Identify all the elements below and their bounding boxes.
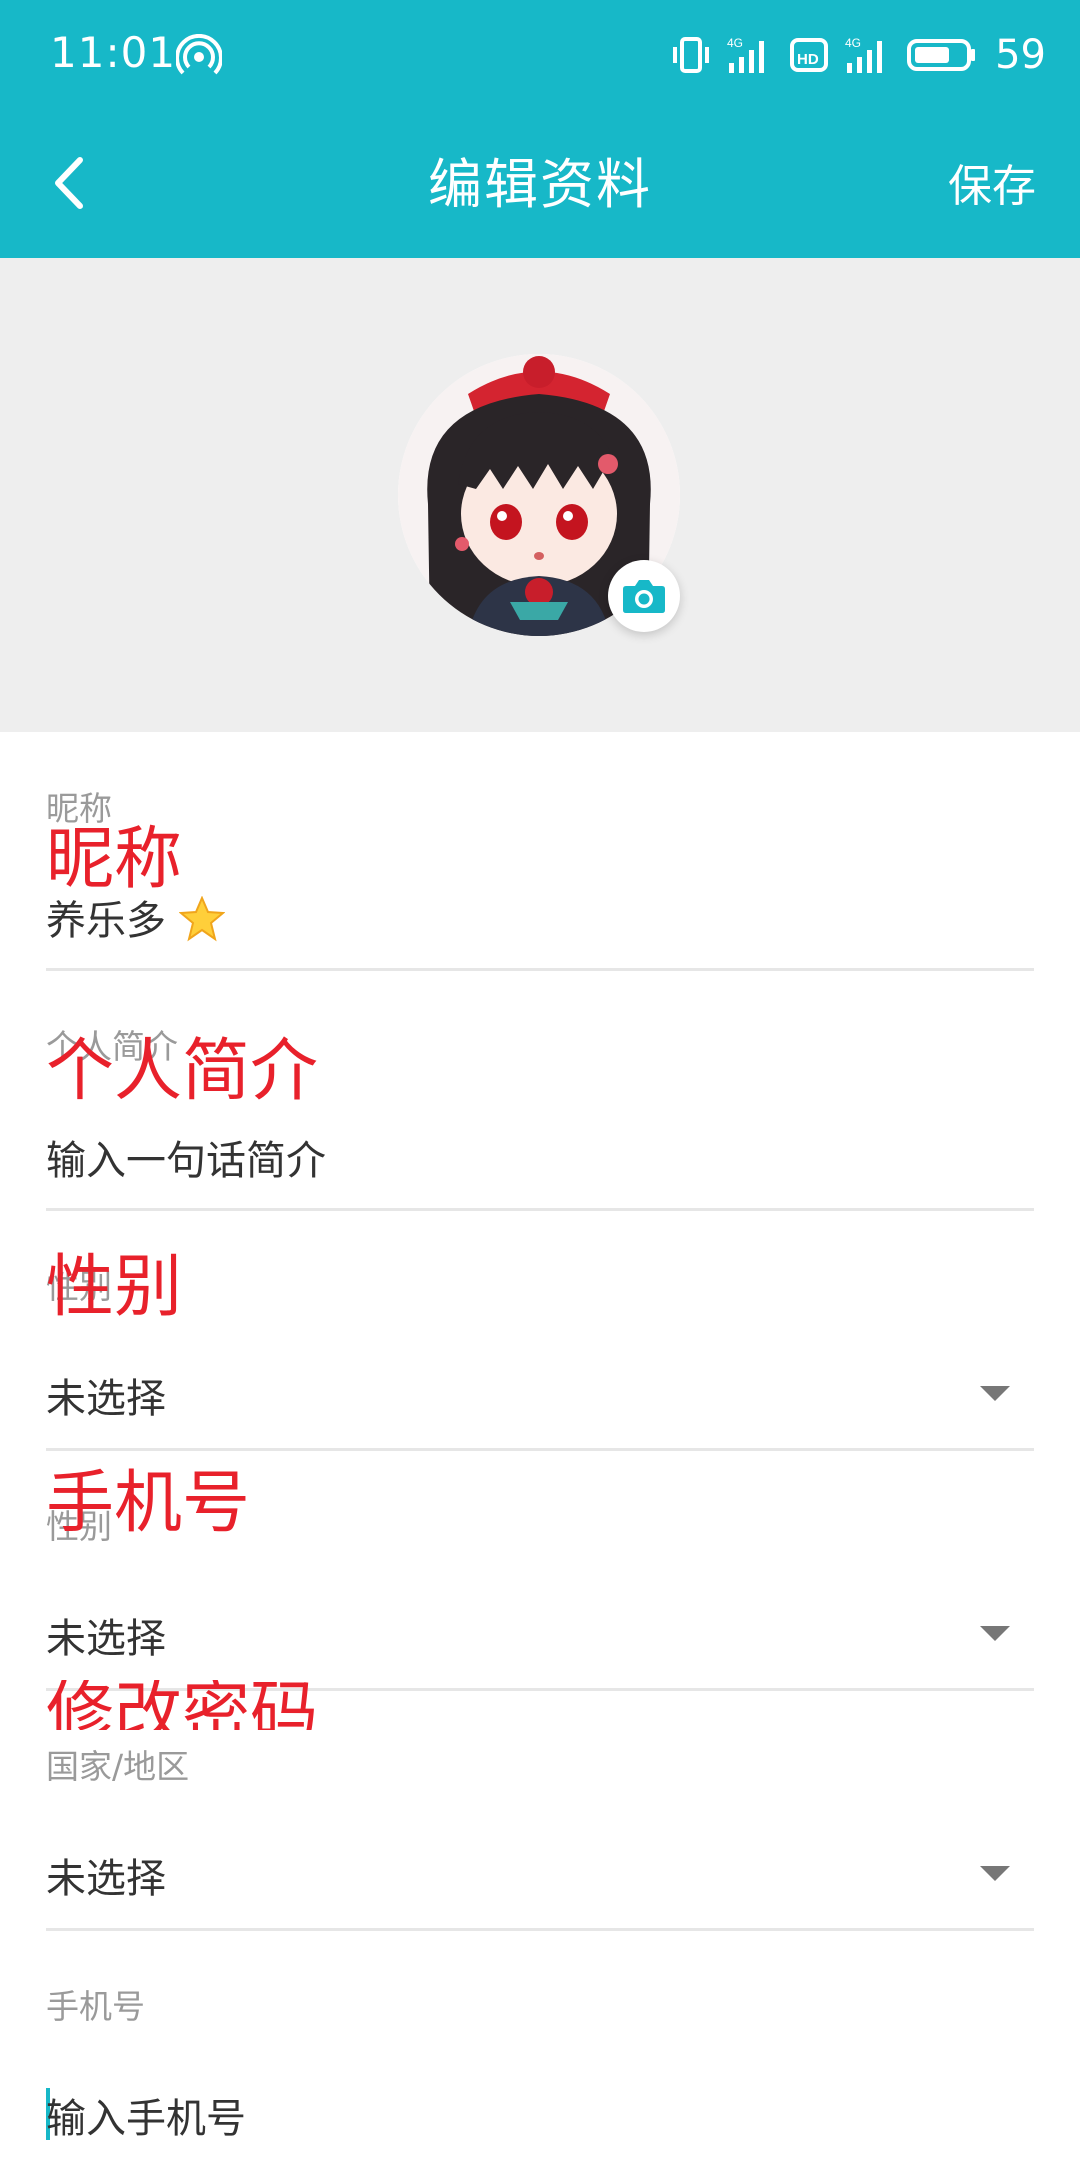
phone-field[interactable]: 手机号 输入手机号	[46, 1978, 1034, 2160]
vibrate-icon	[673, 37, 710, 73]
overlay-label-password: 修改密码	[46, 1680, 319, 1730]
divider	[46, 1448, 1034, 1451]
avatar-section	[0, 258, 1080, 732]
dropdown-arrow-icon[interactable]	[980, 1386, 1010, 1401]
hotspot-icon	[176, 34, 222, 75]
overlay-label-bio: 个人简介	[46, 1032, 319, 1111]
divider	[46, 1208, 1034, 1211]
country-label: 国家/地区	[46, 1747, 190, 1786]
svg-text:4G: 4G	[845, 36, 861, 50]
page-title: 编辑资料	[428, 153, 652, 216]
nickname-text: 养乐多	[46, 898, 166, 944]
overlay-label-gender: 性别	[46, 1248, 183, 1327]
battery-icon	[907, 39, 976, 71]
hd-icon: HD	[790, 38, 829, 72]
status-bar: 11:01 4G HD 4G 59	[0, 0, 1080, 112]
dropdown-arrow-icon[interactable]	[980, 1866, 1010, 1881]
overlay-label-phone: 手机号	[46, 1464, 251, 1543]
divider	[46, 968, 1034, 971]
nickname-field[interactable]: 昵称 养乐多	[46, 780, 1034, 970]
phone-input[interactable]: 输入手机号	[46, 2086, 246, 2144]
gender-value[interactable]: 未选择	[46, 1366, 166, 1424]
star-emoji-icon	[178, 895, 226, 942]
signal-4g-icon: 4G	[727, 36, 765, 73]
gender-field[interactable]: 性别 未选择	[46, 1258, 1034, 1448]
overlay-label-nickname: 昵称	[46, 820, 183, 899]
overlay-clip: 修改密码	[46, 1680, 446, 1730]
dropdown-arrow-icon[interactable]	[980, 1626, 1010, 1641]
country-field[interactable]: 国家/地区 未选择	[46, 1738, 1034, 1928]
phone-label: 手机号	[46, 1987, 145, 2026]
change-avatar-button[interactable]	[608, 560, 680, 632]
top-bar: 11:01 4G HD 4G 59 编辑资料 保存	[0, 0, 1080, 258]
country-value[interactable]: 未选择	[46, 1846, 166, 1904]
divider	[46, 1928, 1034, 1931]
save-button[interactable]: 保存	[948, 150, 1036, 214]
svg-text:4G: 4G	[727, 36, 743, 50]
signal-4g-icon: 4G	[845, 36, 883, 73]
svg-text:HD: HD	[797, 51, 819, 68]
title-bar: 编辑资料 保存	[0, 112, 1080, 258]
gender-value-2[interactable]: 未选择	[46, 1606, 166, 1664]
status-time: 11:01	[50, 28, 177, 77]
bio-input[interactable]: 输入一句话简介	[46, 1128, 326, 1186]
battery-percent: 59	[995, 32, 1046, 78]
status-icons: 4G HD 4G 59	[671, 30, 1046, 80]
camera-icon	[623, 580, 665, 613]
